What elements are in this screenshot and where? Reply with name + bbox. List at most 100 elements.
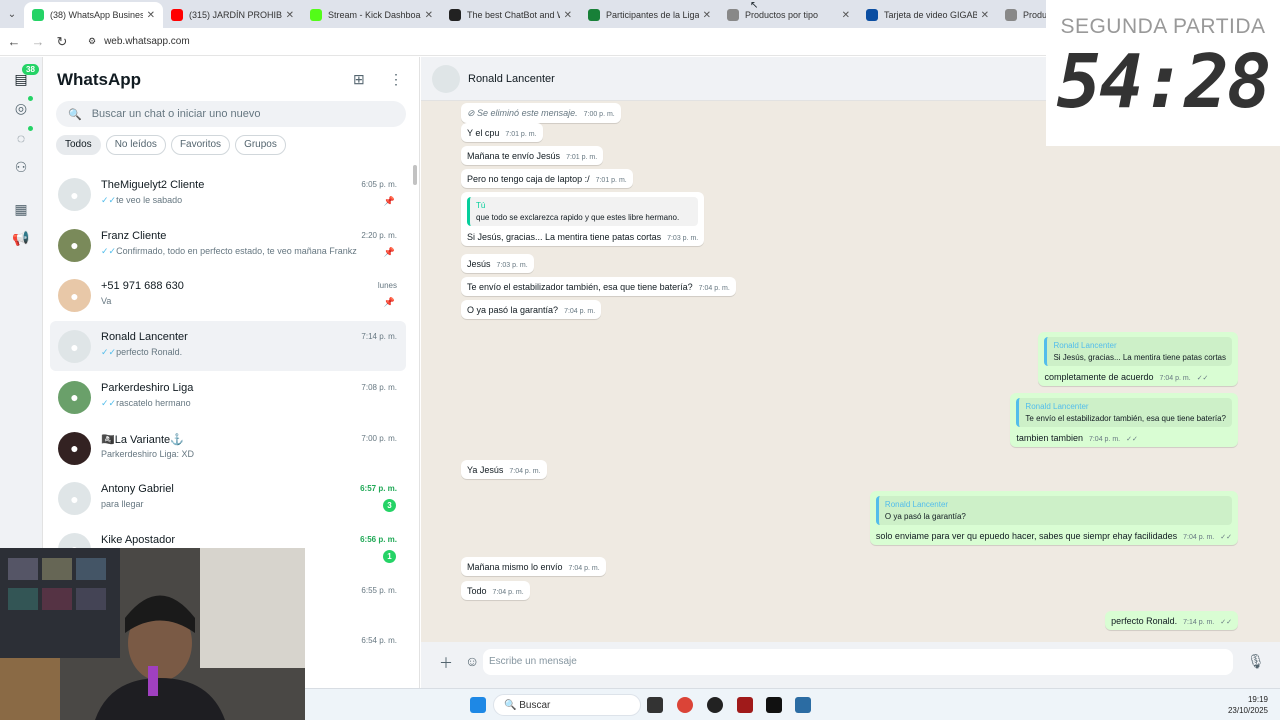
- read-ticks-icon: ✓✓: [1126, 436, 1138, 443]
- avatar[interactable]: ●: [58, 380, 91, 414]
- filter-chip[interactable]: Todos: [56, 135, 101, 155]
- contact-avatar[interactable]: [432, 65, 460, 93]
- outgoing-message[interactable]: Ronald Lancenter Te envío el estabilizado…: [1010, 393, 1238, 447]
- chat-preview-text: para llegar: [101, 499, 144, 510]
- menu-icon[interactable]: ⋮: [389, 71, 403, 88]
- channels-icon[interactable]: ◌: [12, 129, 30, 147]
- quoted-message[interactable]: Ronald Lancenter O ya pasó la garantía?: [875, 496, 1232, 525]
- app-icon[interactable]: [707, 697, 723, 713]
- pin-icon: 📌: [383, 196, 395, 206]
- incoming-message[interactable]: Jesús 7:03 p. m.: [461, 254, 534, 273]
- browser-tab[interactable]: Tarjeta de video GIGABYT ✕: [858, 2, 997, 28]
- reload-icon[interactable]: ↻: [50, 34, 74, 50]
- search-input[interactable]: 🔍 Buscar un chat o iniciar uno nuevo: [56, 101, 406, 127]
- chat-list-item[interactable]: ● Franz Cliente ✓✓Confirmado, todo en perf…: [50, 220, 406, 270]
- calculator-icon[interactable]: [795, 697, 811, 713]
- tab-close-icon[interactable]: ✕: [425, 10, 433, 21]
- quoted-author: Ronald Lancenter: [1053, 341, 1117, 350]
- new-chat-icon[interactable]: ⊞: [353, 71, 365, 88]
- incoming-message[interactable]: Y el cpu 7:01 p. m.: [461, 123, 543, 142]
- filter-chip[interactable]: Grupos: [235, 135, 286, 155]
- url-field[interactable]: ⚙ web.whatsapp.com: [88, 36, 190, 47]
- avatar[interactable]: ●: [58, 228, 91, 262]
- emoji-icon[interactable]: ☺: [465, 653, 479, 669]
- chat-list-scrollbar[interactable]: [413, 165, 417, 185]
- back-icon[interactable]: ←: [2, 34, 26, 49]
- quoted-message[interactable]: Ronald Lancenter Si Jesús, gracias... La …: [1044, 337, 1232, 366]
- chat-name: TheMiguelyt2 Cliente: [101, 179, 205, 191]
- message-text: O ya pasó la garantía?: [467, 305, 559, 315]
- site-info-icon[interactable]: ⚙: [88, 36, 96, 47]
- microphone-icon[interactable]: 🎙: [1247, 653, 1265, 670]
- outgoing-message[interactable]: Ronald Lancenter Si Jesús, gracias... La …: [1038, 332, 1238, 386]
- ads-icon[interactable]: 📢: [12, 229, 30, 247]
- incoming-message[interactable]: Mañana te envío Jesús 7:01 p. m.: [461, 146, 604, 165]
- tiktok-icon[interactable]: [766, 697, 782, 713]
- incoming-message[interactable]: Todo 7:04 p. m.: [461, 581, 530, 600]
- chat-name: Kike Apostador: [101, 533, 175, 546]
- incoming-message[interactable]: Mañana mismo lo envío 7:04 p. m.: [461, 557, 606, 576]
- browser-tab[interactable]: (38) WhatsApp Business ✕: [24, 2, 163, 28]
- incoming-message[interactable]: Tú que todo se exclarezca rapido y que es…: [461, 192, 705, 246]
- avatar[interactable]: ●: [58, 279, 91, 313]
- task-view-icon[interactable]: [647, 697, 663, 713]
- tab-close-icon[interactable]: ✕: [564, 10, 572, 21]
- message-time: 7:03 p. m.: [667, 235, 699, 242]
- filter-chip[interactable]: No leídos: [105, 135, 166, 155]
- incoming-message[interactable]: Ya Jesús 7:04 p. m.: [461, 460, 547, 479]
- avatar[interactable]: ●: [58, 330, 91, 364]
- chat-list-item[interactable]: ● +51 971 688 630 Va lunes 📌: [50, 270, 406, 320]
- taskbar-search-icon: 🔍: [504, 700, 520, 711]
- tab-close-icon[interactable]: ✕: [703, 10, 711, 21]
- catalog-icon[interactable]: ▦: [12, 200, 30, 218]
- chrome-icon[interactable]: [677, 697, 693, 713]
- chat-time: 2:20 p. m.: [361, 230, 397, 240]
- channels-dot: [28, 126, 33, 131]
- browser-tab[interactable]: Participantes de la Liga de ✕: [580, 2, 719, 28]
- quoted-message[interactable]: Tú que todo se exclarezca rapido y que es…: [467, 197, 699, 226]
- incoming-message[interactable]: Pero no tengo caja de laptop :/ 7:01 p. m…: [461, 169, 633, 188]
- contact-name[interactable]: Ronald Lancenter: [468, 73, 555, 85]
- system-clock[interactable]: 19:19 23/10/2025: [1228, 694, 1268, 716]
- tab-favicon-icon: [310, 9, 322, 21]
- start-icon[interactable]: [470, 697, 486, 713]
- chat-preview: ✓✓te veo le sabado: [101, 195, 371, 206]
- message-input[interactable]: Escribe un mensaje: [483, 649, 1233, 675]
- filter-chip[interactable]: Favoritos: [170, 135, 231, 155]
- clock-date: 23/10/2025: [1227, 706, 1268, 715]
- chat-list-item[interactable]: ● TheMiguelyt2 Cliente ✓✓te veo le sabado 6…: [50, 169, 406, 219]
- quoted-message[interactable]: Ronald Lancenter Te envío el estabilizado…: [1016, 398, 1232, 427]
- app-title: WhatsApp: [57, 70, 142, 89]
- chat-list-item[interactable]: ● Antony Gabriel para llegar 6:57 p. m. 3: [50, 473, 406, 523]
- tab-close-icon[interactable]: ✕: [981, 10, 989, 21]
- chat-list-item[interactable]: ● Ronald Lancenter ✓✓perfecto Ronald. 7:14 …: [50, 321, 406, 372]
- avatar[interactable]: ●: [58, 431, 91, 465]
- browser-tab[interactable]: Productos por tipo ✕: [719, 2, 858, 28]
- taskbar-search[interactable]: 🔍 Buscar: [493, 694, 641, 716]
- status-icon[interactable]: ◎: [12, 99, 30, 117]
- avatar[interactable]: ●: [58, 482, 91, 516]
- browser-tab[interactable]: The best ChatBot and Wa ✕: [441, 2, 580, 28]
- chat-preview-text: Parkerdeshiro Liga: XD: [101, 448, 195, 459]
- chat-list-item[interactable]: ● 🏴‍☠️La Variante⚓ Parkerdeshiro Liga: XD 7…: [50, 423, 406, 473]
- communities-icon[interactable]: ⚇: [12, 158, 30, 176]
- incoming-message[interactable]: ⊘ Se eliminó este mensaje. 7:00 p. m.: [461, 103, 621, 123]
- browser-tab[interactable]: Stream - Kick Dashboard ✕: [302, 2, 441, 28]
- chat-list-item[interactable]: ● Parkerdeshiro Liga ✓✓rascatelo hermano 7:…: [50, 372, 406, 422]
- incoming-message[interactable]: Te envío el estabilizador también, esa q…: [461, 277, 736, 296]
- tab-list-dropdown-icon[interactable]: ⌄: [0, 0, 24, 28]
- incoming-message[interactable]: O ya pasó la garantía? 7:04 p. m.: [461, 300, 602, 319]
- tab-close-icon[interactable]: ✕: [147, 10, 155, 21]
- quoted-author: Tú: [476, 201, 486, 210]
- outgoing-message[interactable]: Ronald Lancenter O ya pasó la garantía? so…: [869, 491, 1238, 545]
- tab-favicon-icon: [866, 9, 878, 21]
- attach-icon[interactable]: ＋: [439, 653, 453, 673]
- forward-icon[interactable]: →: [26, 34, 50, 49]
- tab-close-icon[interactable]: ✕: [286, 10, 294, 21]
- message-line: Todo 7:04 p. m.: [467, 586, 524, 596]
- browser-tab[interactable]: (315) JARDÍN PROHIB ✕: [163, 2, 302, 28]
- avatar[interactable]: ●: [58, 178, 91, 211]
- app-icon-2[interactable]: [737, 697, 753, 713]
- tab-close-icon[interactable]: ✕: [842, 10, 850, 21]
- outgoing-message[interactable]: perfecto Ronald. 7:14 p. m. ✓✓: [1105, 611, 1238, 630]
